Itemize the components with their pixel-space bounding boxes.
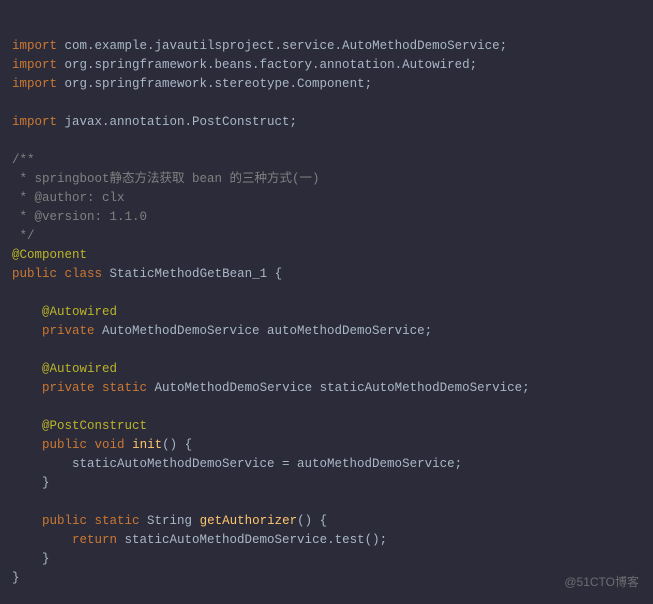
import-path: com.example.javautilsproject.service.Aut… xyxy=(57,39,507,53)
static-keyword: static xyxy=(95,514,140,528)
javadoc-line: * @author: clx xyxy=(12,191,125,205)
import-path: org.springframework.beans.factory.annota… xyxy=(57,58,477,72)
postconstruct-annotation: @PostConstruct xyxy=(12,419,147,433)
private-keyword: private xyxy=(12,381,95,395)
return-keyword: return xyxy=(12,533,117,547)
class-keyword: class xyxy=(65,267,103,281)
void-keyword: void xyxy=(95,438,125,452)
method-body: staticAutoMethodDemoService = autoMethod… xyxy=(12,457,462,471)
autowired-annotation: @Autowired xyxy=(12,362,117,376)
watermark: @51CTO博客 xyxy=(564,573,639,592)
public-keyword: public xyxy=(12,514,87,528)
javadoc-line: * @version: 1.1.0 xyxy=(12,210,147,224)
class-name: StaticMethodGetBean_1 { xyxy=(102,267,282,281)
component-annotation: @Component xyxy=(12,248,87,262)
import-keyword: import xyxy=(12,115,57,129)
import-keyword: import xyxy=(12,58,57,72)
field-declaration: AutoMethodDemoService staticAutoMethodDe… xyxy=(147,381,530,395)
private-keyword: private xyxy=(12,324,95,338)
paren-open: () { xyxy=(162,438,192,452)
import-keyword: import xyxy=(12,39,57,53)
javadoc-close: */ xyxy=(12,229,35,243)
code-block: import com.example.javautilsproject.serv… xyxy=(12,18,641,588)
javadoc-open: /** xyxy=(12,153,35,167)
javadoc-line: * springboot静态方法获取 bean 的三种方式(一) xyxy=(12,172,320,186)
class-close: } xyxy=(12,571,20,585)
public-keyword: public xyxy=(12,267,57,281)
paren-open: () { xyxy=(297,514,327,528)
import-path: org.springframework.stereotype.Component… xyxy=(57,77,372,91)
autowired-annotation: @Autowired xyxy=(12,305,117,319)
return-expr: staticAutoMethodDemoService.test(); xyxy=(117,533,387,547)
field-declaration: AutoMethodDemoService autoMethodDemoServ… xyxy=(95,324,433,338)
brace-close: } xyxy=(12,476,50,490)
getauthorizer-method: getAuthorizer xyxy=(200,514,298,528)
brace-close: } xyxy=(12,552,50,566)
public-keyword: public xyxy=(12,438,87,452)
static-keyword: static xyxy=(102,381,147,395)
return-type: String xyxy=(140,514,200,528)
import-path: javax.annotation.PostConstruct; xyxy=(57,115,297,129)
import-keyword: import xyxy=(12,77,57,91)
init-method: init xyxy=(132,438,162,452)
